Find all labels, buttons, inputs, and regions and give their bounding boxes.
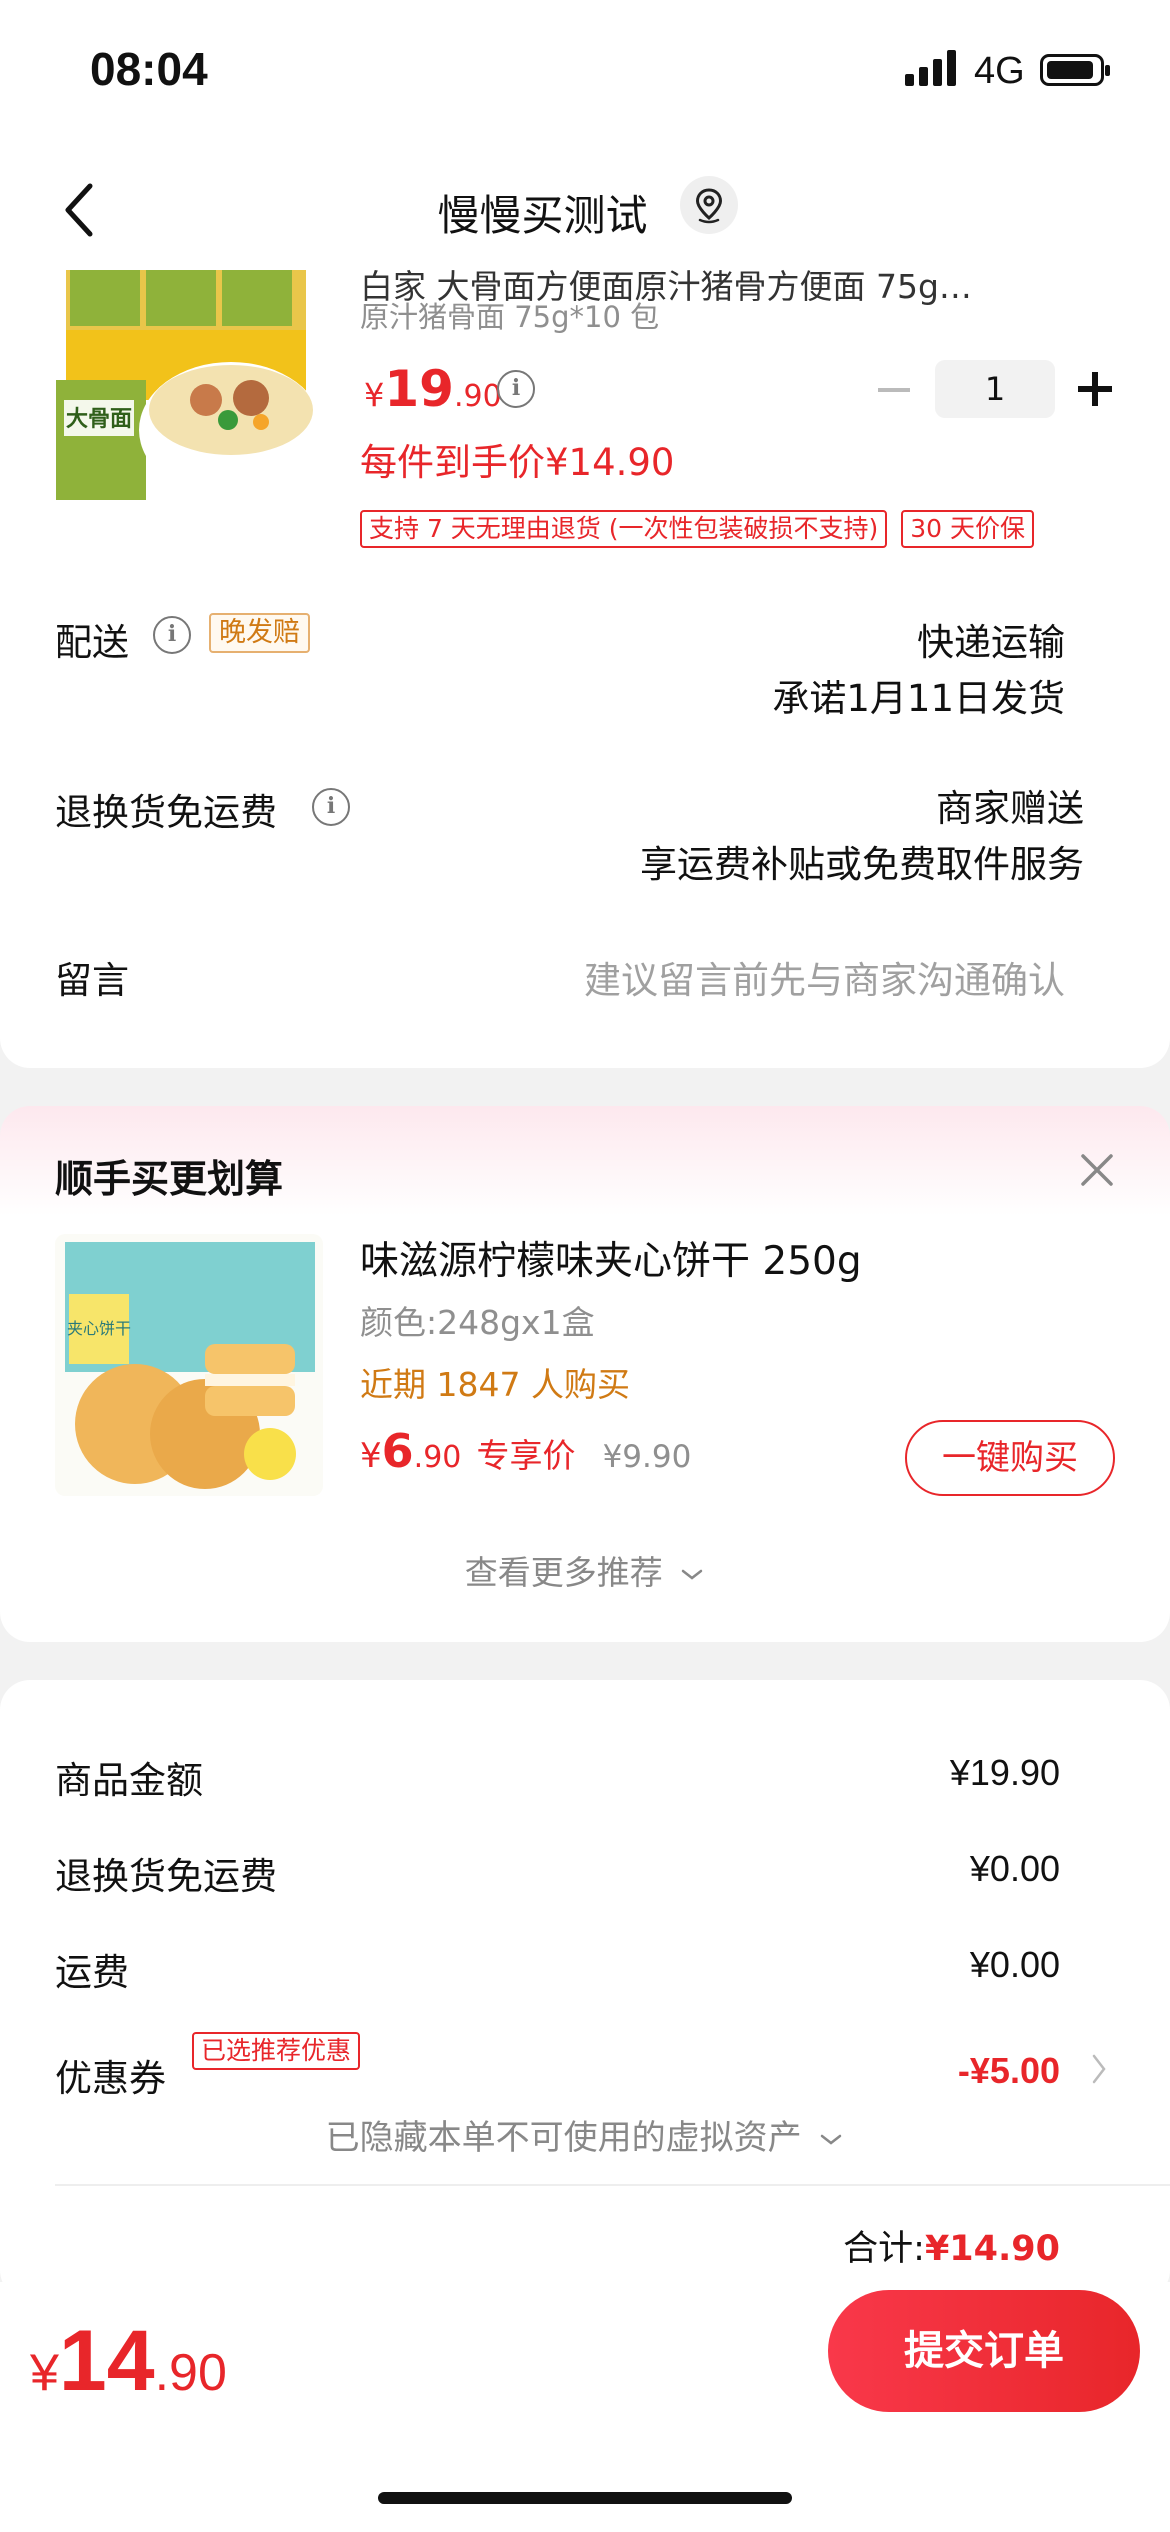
recommend-spec[interactable]: 颜色:248gx1盒 bbox=[360, 1296, 595, 1344]
total-label: 合计: bbox=[843, 2229, 925, 2269]
coupon-recommended-tag: 已选推荐优惠 bbox=[192, 2032, 361, 2070]
noodle-pack-image: 大骨面 bbox=[56, 270, 323, 500]
biscuit-box-image: 夹心饼干 bbox=[55, 1234, 323, 1496]
message-label: 留言 bbox=[55, 959, 129, 1002]
total: 合计:¥14.90 bbox=[843, 2220, 1060, 2271]
chevron-down-icon bbox=[682, 1569, 703, 1580]
submit-order-button[interactable]: 提交订单 bbox=[828, 2290, 1140, 2412]
delivery-label: 配送 bbox=[55, 621, 129, 664]
divider bbox=[55, 2184, 1170, 2186]
recommendation-card: 顺手买更划算 夹心饼干 味滋源柠檬味夹心饼干 250g 颜色:248gx1盒 近… bbox=[0, 1106, 1170, 1642]
price-protect-tag[interactable]: 30 天价保 bbox=[901, 510, 1035, 548]
delivery-promise[interactable]: 承诺1月11日发货 bbox=[772, 668, 1065, 722]
service-tags: 支持 7 天无理由退货 (一次性包装破损不支持) 30 天价保 bbox=[360, 510, 1035, 548]
price-info-icon[interactable]: i bbox=[497, 370, 535, 408]
network-label: 4G bbox=[974, 50, 1025, 92]
product-price: ¥19.90 bbox=[364, 360, 502, 418]
hand-price: 每件到手价¥14.90 bbox=[360, 441, 675, 484]
return-freight-summary-label: 退换货免运费 bbox=[55, 1855, 277, 1898]
quantity-input[interactable]: 1 bbox=[935, 360, 1055, 418]
location-button[interactable] bbox=[680, 176, 738, 234]
location-pin-icon bbox=[695, 188, 723, 224]
delivery-method[interactable]: 快递运输 bbox=[917, 612, 1065, 666]
return-freight-value: 商家赠送 bbox=[936, 787, 1084, 830]
close-icon[interactable] bbox=[1075, 1148, 1119, 1192]
more-recommendations-link[interactable]: 查看更多推荐 bbox=[0, 1546, 1170, 1594]
status-time: 08:04 bbox=[90, 43, 208, 95]
return-freight-summary-value: ¥0.00 bbox=[969, 1848, 1060, 1889]
shipping-fee-value: ¥0.00 bbox=[969, 1944, 1060, 1985]
return-freight-info-icon[interactable]: i bbox=[312, 788, 350, 826]
recommend-product-image[interactable]: 夹心饼干 bbox=[55, 1234, 323, 1496]
return-freight-service: 享运费补贴或免费取件服务 bbox=[640, 843, 1084, 886]
quantity-plus-button[interactable] bbox=[1076, 370, 1114, 408]
signal-icon bbox=[905, 50, 956, 86]
original-price: ¥9.90 bbox=[602, 1439, 692, 1475]
status-bar: 08:04 4G bbox=[0, 0, 1170, 150]
battery-icon bbox=[1040, 54, 1110, 86]
exclusive-price-label: 专享价 bbox=[476, 1436, 576, 1475]
bottom-total-price: ¥14.90 bbox=[30, 2313, 227, 2409]
goods-amount-value: ¥19.90 bbox=[949, 1752, 1060, 1793]
svg-text:大骨面: 大骨面 bbox=[66, 407, 132, 432]
delivery-info-icon[interactable]: i bbox=[153, 616, 191, 654]
late-compensation-tag[interactable]: 晚发赔 bbox=[209, 613, 310, 653]
recommend-sold-count: 近期 1847 人购买 bbox=[360, 1365, 630, 1404]
product-spec[interactable]: 原汁猪骨面 75g*10 包 bbox=[360, 294, 659, 336]
svg-text:夹心饼干: 夹心饼干 bbox=[67, 1319, 131, 1338]
hidden-assets-toggle[interactable]: 已隐藏本单不可使用的虚拟资产 bbox=[0, 2110, 1170, 2159]
goods-amount-label: 商品金额 bbox=[55, 1759, 203, 1802]
recommend-product-name[interactable]: 味滋源柠檬味夹心饼干 250g bbox=[360, 1230, 862, 1286]
bottom-bar: ¥14.90 提交订单 bbox=[0, 2282, 1170, 2532]
one-click-buy-button[interactable]: 一键购买 bbox=[905, 1420, 1115, 1496]
page-title: 慢慢买测试 bbox=[437, 191, 648, 240]
chevron-right-icon[interactable] bbox=[1090, 2052, 1108, 2086]
product-image[interactable]: 大骨面 bbox=[56, 270, 326, 506]
quantity-minus-button[interactable] bbox=[878, 388, 910, 392]
shipping-fee-label: 运费 bbox=[55, 1951, 129, 1994]
message-input[interactable]: 建议留言前先与商家沟通确认 bbox=[584, 950, 1065, 1004]
total-value: ¥14.90 bbox=[924, 2229, 1060, 2269]
recommend-price: ¥6.90 专享价 ¥9.90 bbox=[360, 1424, 692, 1478]
chevron-down-icon bbox=[821, 2134, 842, 2145]
return-policy-tag[interactable]: 支持 7 天无理由退货 (一次性包装破损不支持) bbox=[360, 510, 888, 548]
recommend-header: 顺手买更划算 bbox=[55, 1157, 284, 1201]
order-item-card: 大骨面 白家 大骨面方便面原汁猪骨方便面 75g… 原汁猪骨面 75g*10 包… bbox=[0, 267, 1170, 1068]
coupon-value[interactable]: -¥5.00 bbox=[958, 2050, 1060, 2092]
order-summary-card: 商品金额 ¥19.90 退换货免运费 ¥0.00 运费 ¥0.00 优惠券 已选… bbox=[0, 1680, 1170, 2300]
home-indicator[interactable] bbox=[378, 2492, 792, 2504]
coupon-label[interactable]: 优惠券 bbox=[55, 2048, 166, 2102]
nav-bar: 慢慢买测试 bbox=[0, 150, 1170, 270]
return-freight-label: 退换货免运费 bbox=[55, 791, 277, 834]
